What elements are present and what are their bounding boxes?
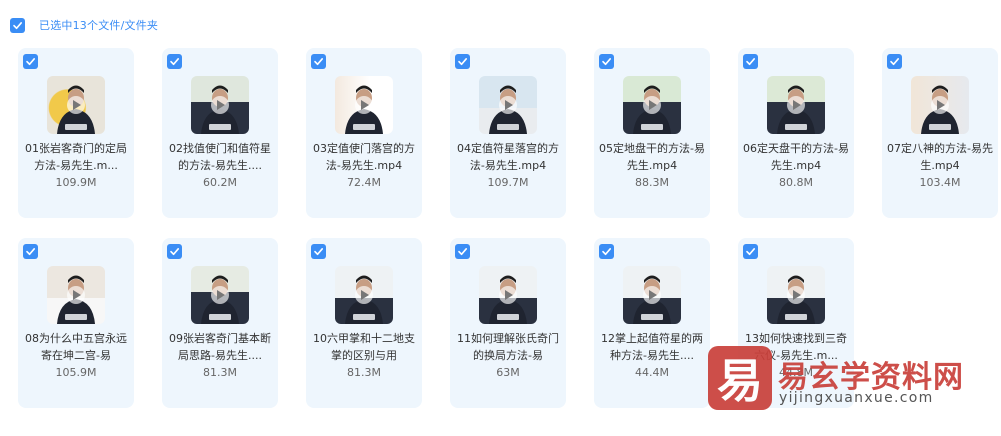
play-icon bbox=[643, 96, 661, 114]
file-size: 81.3M bbox=[347, 366, 381, 379]
file-checkbox[interactable] bbox=[311, 54, 326, 69]
play-icon bbox=[355, 286, 373, 304]
file-size: 81.3M bbox=[203, 366, 237, 379]
video-thumbnail bbox=[623, 76, 681, 134]
file-size: 105.9M bbox=[55, 366, 97, 379]
file-name: 10六甲掌和十二地支掌的区别与用 bbox=[313, 332, 415, 362]
file-card[interactable]: 03定值使门落宫的方法-易先生.mp4 72.4M bbox=[306, 48, 422, 218]
file-name: 04定值符星落宫的方法-易先生.mp4 bbox=[457, 142, 559, 172]
file-size: 63M bbox=[496, 366, 520, 379]
video-thumbnail bbox=[479, 266, 537, 324]
file-name: 02找值使门和值符星的方法-易先生.... bbox=[169, 142, 271, 172]
file-checkbox[interactable] bbox=[743, 54, 758, 69]
file-card[interactable]: 08为什么中五宫永远寄在坤二宫-易 105.9M bbox=[18, 238, 134, 408]
file-checkbox[interactable] bbox=[599, 54, 614, 69]
checkmark-icon bbox=[26, 58, 35, 66]
file-size: 60.2M bbox=[203, 176, 237, 189]
video-thumbnail bbox=[479, 76, 537, 134]
video-thumbnail bbox=[191, 266, 249, 324]
file-name: 12掌上起值符星的两种方法-易先生.... bbox=[601, 332, 703, 362]
file-size: 109.9M bbox=[55, 176, 97, 189]
file-card[interactable]: 07定八神的方法-易先生.mp4 103.4M bbox=[882, 48, 998, 218]
file-card[interactable]: 12掌上起值符星的两种方法-易先生.... 44.4M bbox=[594, 238, 710, 408]
video-thumbnail bbox=[767, 266, 825, 324]
file-size: 72.4M bbox=[347, 176, 381, 189]
file-card[interactable]: 02找值使门和值符星的方法-易先生.... 60.2M bbox=[162, 48, 278, 218]
file-name: 05定地盘干的方法-易先生.mp4 bbox=[599, 142, 705, 172]
play-icon bbox=[931, 96, 949, 114]
file-checkbox[interactable] bbox=[167, 54, 182, 69]
video-thumbnail bbox=[191, 76, 249, 134]
file-checkbox[interactable] bbox=[23, 54, 38, 69]
checkmark-icon bbox=[170, 58, 179, 66]
watermark-logo-char: 易 bbox=[717, 354, 763, 408]
checkmark-icon bbox=[602, 58, 611, 66]
file-checkbox[interactable] bbox=[23, 244, 38, 259]
checkmark-icon bbox=[746, 58, 755, 66]
video-thumbnail bbox=[47, 76, 105, 134]
file-size: 109.7M bbox=[487, 176, 529, 189]
video-thumbnail bbox=[335, 76, 393, 134]
select-all-checkbox[interactable] bbox=[10, 17, 25, 33]
file-checkbox[interactable] bbox=[599, 244, 614, 259]
play-icon bbox=[499, 286, 517, 304]
file-name: 09张岩客奇门基本断局思路-易先生.... bbox=[169, 332, 271, 362]
file-checkbox[interactable] bbox=[167, 244, 182, 259]
checkmark-icon bbox=[746, 248, 755, 256]
checkmark-icon bbox=[13, 21, 22, 29]
watermark-url: yijingxuanxue.com bbox=[779, 390, 934, 406]
file-name: 08为什么中五宫永远寄在坤二宫-易 bbox=[25, 332, 127, 362]
play-icon bbox=[787, 96, 805, 114]
file-name: 01张岩客奇门的定局方法-易先生.m... bbox=[25, 142, 127, 172]
file-checkbox[interactable] bbox=[887, 54, 902, 69]
checkmark-icon bbox=[458, 58, 467, 66]
file-card[interactable]: 01张岩客奇门的定局方法-易先生.m... 109.9M bbox=[18, 48, 134, 218]
play-icon bbox=[211, 96, 229, 114]
play-icon bbox=[211, 286, 229, 304]
file-checkbox[interactable] bbox=[743, 244, 758, 259]
file-size: 44.4M bbox=[635, 366, 669, 379]
video-thumbnail bbox=[335, 266, 393, 324]
play-icon bbox=[67, 286, 85, 304]
play-icon bbox=[787, 286, 805, 304]
play-icon bbox=[499, 96, 517, 114]
checkmark-icon bbox=[170, 248, 179, 256]
play-icon bbox=[67, 96, 85, 114]
file-card[interactable]: 04定值符星落宫的方法-易先生.mp4 109.7M bbox=[450, 48, 566, 218]
file-checkbox[interactable] bbox=[311, 244, 326, 259]
checkmark-icon bbox=[602, 248, 611, 256]
video-thumbnail bbox=[911, 76, 969, 134]
checkmark-icon bbox=[314, 58, 323, 66]
checkmark-icon bbox=[890, 58, 899, 66]
checkmark-icon bbox=[314, 248, 323, 256]
video-thumbnail bbox=[47, 266, 105, 324]
file-card[interactable]: 10六甲掌和十二地支掌的区别与用 81.3M bbox=[306, 238, 422, 408]
file-name: 06定天盘干的方法-易先生.mp4 bbox=[743, 142, 849, 172]
file-checkbox[interactable] bbox=[455, 244, 470, 259]
file-name: 07定八神的方法-易先生.mp4 bbox=[887, 142, 993, 172]
selection-count-label: 已选中13个文件/文件夹 bbox=[39, 19, 159, 32]
file-card[interactable]: 06定天盘干的方法-易先生.mp4 80.8M bbox=[738, 48, 854, 218]
video-thumbnail bbox=[767, 76, 825, 134]
checkmark-icon bbox=[458, 248, 467, 256]
file-size: 88.3M bbox=[635, 176, 669, 189]
play-icon bbox=[643, 286, 661, 304]
watermark-logo: 易 bbox=[708, 346, 772, 410]
video-thumbnail bbox=[623, 266, 681, 324]
file-card[interactable]: 05定地盘干的方法-易先生.mp4 88.3M bbox=[594, 48, 710, 218]
file-size: 103.4M bbox=[919, 176, 961, 189]
play-icon bbox=[355, 96, 373, 114]
file-size: 80.8M bbox=[779, 176, 813, 189]
file-card[interactable]: 11如何理解张氏奇门的换局方法-易 63M bbox=[450, 238, 566, 408]
selection-bar: 已选中13个文件/文件夹 bbox=[10, 17, 158, 33]
file-card[interactable]: 09张岩客奇门基本断局思路-易先生.... 81.3M bbox=[162, 238, 278, 408]
file-checkbox[interactable] bbox=[455, 54, 470, 69]
file-name: 11如何理解张氏奇门的换局方法-易 bbox=[457, 332, 559, 362]
file-name: 03定值使门落宫的方法-易先生.mp4 bbox=[313, 142, 415, 172]
checkmark-icon bbox=[26, 248, 35, 256]
